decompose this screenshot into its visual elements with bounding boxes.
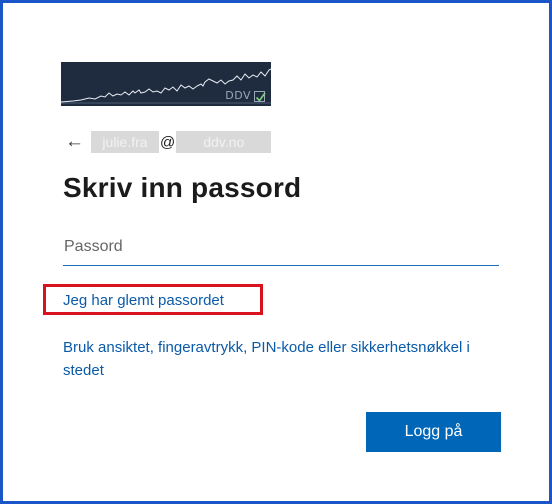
alternative-signin-link[interactable]: Bruk ansiktet, fingeravtrykk, PIN-kode e… <box>63 336 503 382</box>
forgot-password-link[interactable]: Jeg har glemt passordet <box>63 292 224 309</box>
redacted-username: julie.fra <box>91 131 159 153</box>
password-input[interactable] <box>63 238 499 256</box>
company-logo: DDV <box>61 62 271 106</box>
at-sign: @ <box>160 133 176 151</box>
password-field[interactable] <box>63 229 499 266</box>
dialog-frame: DDV ← julie.fra @ ddv.no Skriv inn passo… <box>0 0 552 504</box>
back-arrow-icon[interactable]: ← <box>65 131 87 153</box>
account-identity: ← julie.fra @ ddv.no <box>65 131 272 153</box>
signin-button[interactable]: Logg på <box>366 412 501 452</box>
redacted-domain: ddv.no <box>176 131 272 153</box>
logo-check-icon <box>254 91 266 102</box>
page-title: Skriv inn passord <box>63 172 302 203</box>
logo-text: DDV <box>225 89 251 102</box>
